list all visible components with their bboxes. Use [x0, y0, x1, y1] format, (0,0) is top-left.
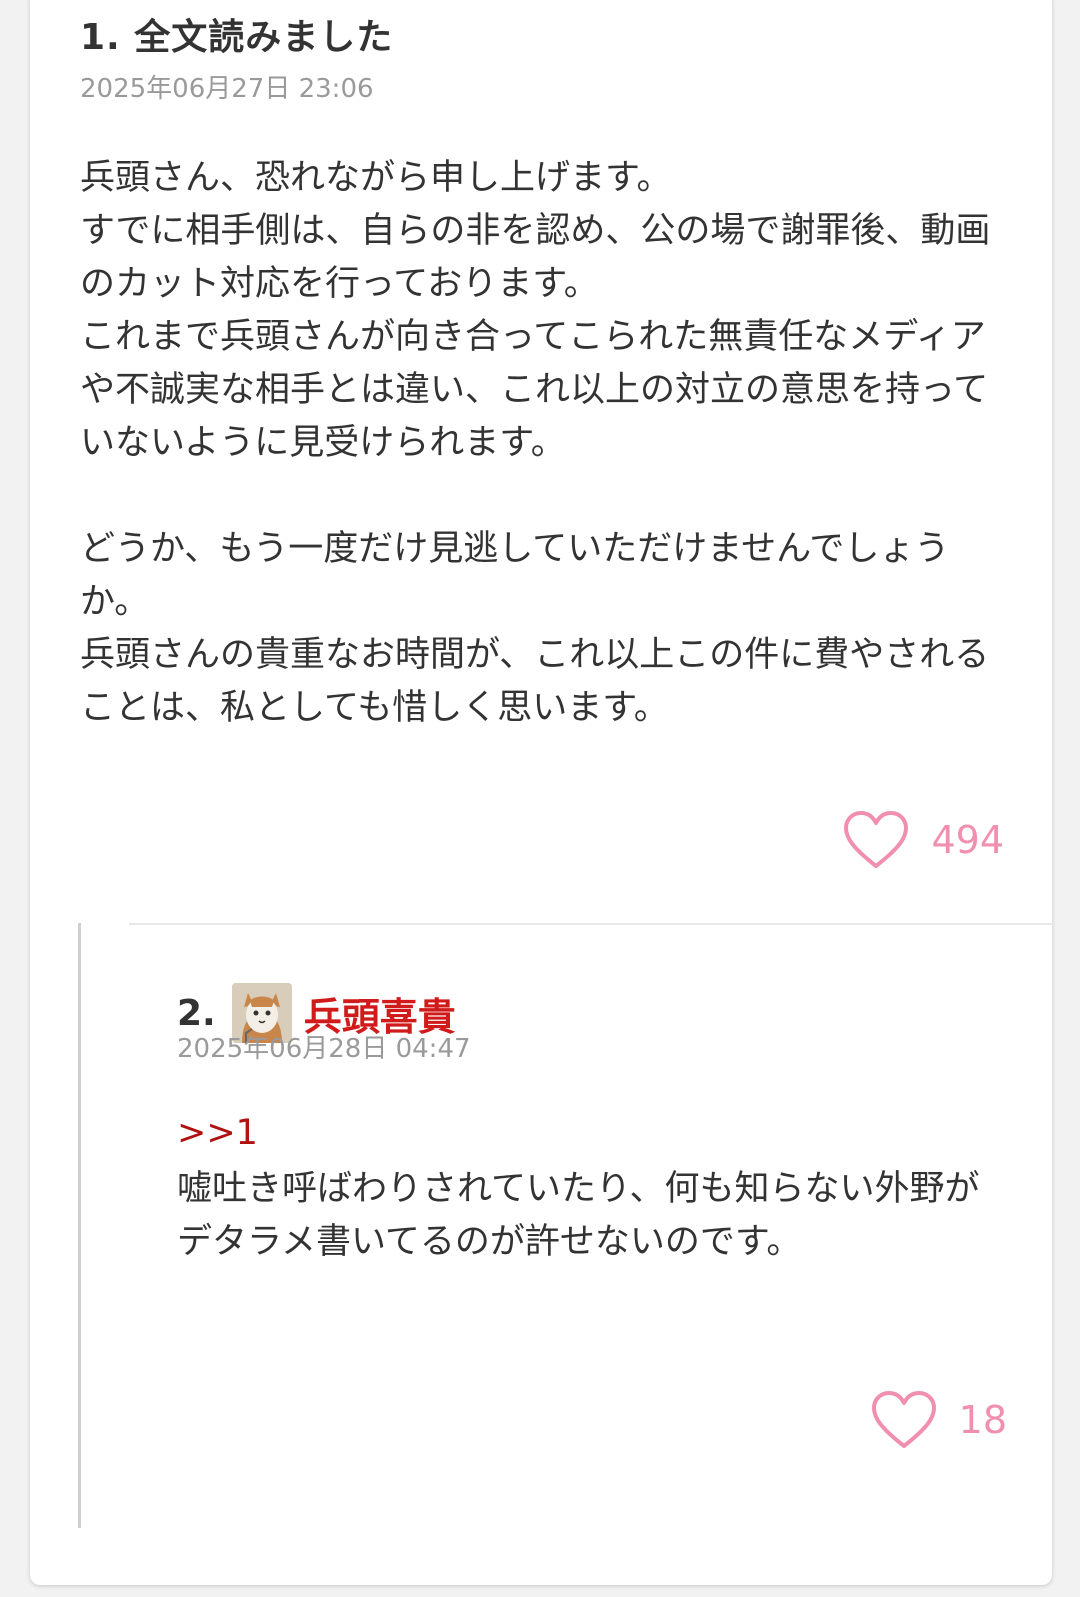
like-count: 494 — [931, 818, 1004, 862]
divider — [129, 923, 1055, 925]
comment-body: 嘘吐き呼ばわりされていたり、何も知らない外野がデタラメ書いてるのが許せないのです… — [177, 1169, 980, 1262]
like-button[interactable]: 494 — [843, 810, 1004, 870]
comment-paragraph: 兵頭さん、恐れながら申し上げます。 すでに相手側は、自らの非を認め、公の場で謝罪… — [80, 158, 991, 463]
reply-comment-2: 2. 兵頭喜貴 2025年06月28日 04:47 >>1 嘘吐き呼ばわりされて… — [78, 923, 1055, 1528]
heart-outline-icon — [871, 1390, 937, 1450]
comment-body: 兵頭さん、恐れながら申し上げます。 すでに相手側は、自らの非を認め、公の場で謝罪… — [80, 152, 1010, 735]
comment-date: 2025年06月27日 23:06 — [80, 74, 374, 104]
comment-date: 2025年06月28日 04:47 — [177, 1034, 471, 1064]
like-button[interactable]: 18 — [871, 1390, 1007, 1450]
like-count: 18 — [958, 1398, 1007, 1442]
comment-title: 1. 全文読みました — [80, 17, 394, 58]
comment-thread-card: 1. 全文読みました 2025年06月27日 23:06 兵頭さん、恐れながら申… — [30, 0, 1055, 1585]
comment-paragraph: どうか、もう一度だけ見逃していただけませんでしょうか。 兵頭さんの貴重なお時間が… — [80, 529, 990, 728]
reply-anchor-link[interactable]: >>1 — [177, 1113, 258, 1153]
heart-outline-icon — [843, 810, 909, 870]
